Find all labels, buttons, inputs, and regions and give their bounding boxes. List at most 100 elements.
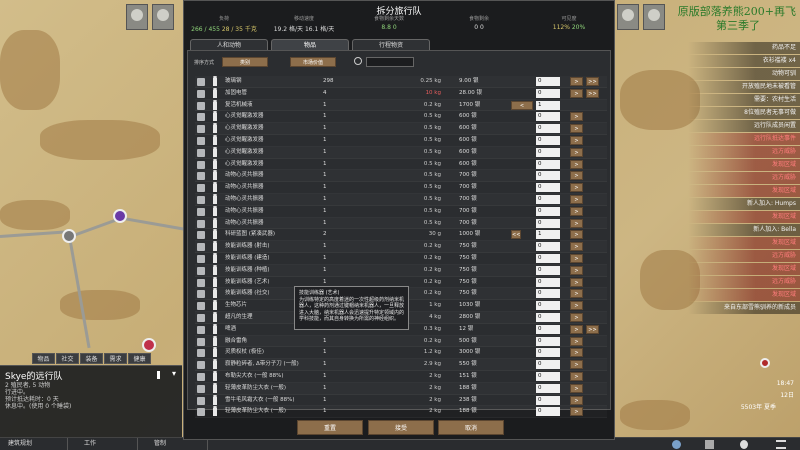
close-icon[interactable]: ▾: [172, 369, 176, 378]
increase-button[interactable]: >: [570, 383, 583, 393]
increase-all-button[interactable]: >>: [586, 77, 599, 86]
info-icon[interactable]: [213, 276, 217, 287]
settlement-marker[interactable]: [62, 229, 76, 243]
decrease-button[interactable]: <: [511, 100, 533, 110]
quantity-input[interactable]: 0: [536, 336, 560, 346]
info-icon[interactable]: [213, 394, 217, 405]
alert-item[interactable]: 8位殖民者无事可做: [688, 107, 800, 119]
world-icon[interactable]: [672, 440, 681, 449]
info-icon[interactable]: [213, 288, 217, 299]
accept-button[interactable]: 接受: [368, 420, 434, 435]
info-icon[interactable]: [213, 382, 217, 393]
info-icon[interactable]: [157, 371, 160, 379]
increase-button[interactable]: >: [570, 324, 583, 334]
alert-item[interactable]: 发现区域: [688, 185, 800, 197]
reset-button[interactable]: 重置: [297, 420, 363, 435]
quantity-input[interactable]: 1: [536, 230, 560, 240]
info-icon[interactable]: [213, 134, 217, 145]
alert-item[interactable]: 衣衫褴褛 x4: [688, 55, 800, 67]
info-icon[interactable]: [213, 193, 217, 204]
quantity-input[interactable]: 0: [536, 112, 560, 122]
increase-button[interactable]: >: [570, 407, 583, 417]
inspect-tab-needs[interactable]: 需求: [104, 353, 127, 364]
increase-button[interactable]: >: [570, 360, 583, 370]
alert-item[interactable]: 远方威胁: [688, 146, 800, 158]
quantity-input[interactable]: 0: [536, 289, 560, 299]
quantity-input[interactable]: 0: [536, 312, 560, 322]
increase-button[interactable]: >: [570, 230, 583, 240]
pawn-portrait[interactable]: [617, 4, 639, 30]
pawn-portrait[interactable]: [152, 4, 174, 30]
quantity-input[interactable]: 0: [536, 124, 560, 134]
hostile-marker[interactable]: [142, 338, 156, 352]
info-icon[interactable]: [213, 252, 217, 263]
quantity-input[interactable]: 0: [536, 194, 560, 204]
alert-item[interactable]: 发现区域: [688, 159, 800, 171]
alert-item[interactable]: 发现区域: [688, 263, 800, 275]
pawn-portrait[interactable]: [126, 4, 148, 30]
quantity-input[interactable]: 0: [536, 395, 560, 405]
quantity-input[interactable]: 0: [536, 253, 560, 263]
quantity-input[interactable]: 1: [536, 100, 560, 110]
info-icon[interactable]: [213, 217, 217, 228]
alert-item[interactable]: 发现区域: [688, 289, 800, 301]
quantity-input[interactable]: 0: [536, 183, 560, 193]
lightbulb-icon[interactable]: [740, 440, 748, 449]
alert-item[interactable]: 动物可驯: [688, 68, 800, 80]
search-input[interactable]: [366, 57, 414, 67]
quantity-input[interactable]: 0: [536, 265, 560, 275]
increase-button[interactable]: >: [570, 289, 583, 299]
tab-pawns[interactable]: 人和动物: [190, 39, 268, 50]
info-icon[interactable]: [213, 229, 217, 240]
alert-item[interactable]: 药品不足: [688, 42, 800, 54]
alert-item[interactable]: 来自东部雪熊驯养的新成员: [688, 302, 800, 314]
increase-button[interactable]: >: [570, 206, 583, 216]
tab-items[interactable]: 物品: [271, 39, 349, 50]
quantity-input[interactable]: 0: [536, 147, 560, 157]
increase-button[interactable]: >: [570, 265, 583, 275]
info-icon[interactable]: [213, 323, 217, 334]
quantity-input[interactable]: 0: [536, 301, 560, 311]
info-icon[interactable]: [213, 311, 217, 322]
info-icon[interactable]: [213, 76, 217, 86]
quantity-input[interactable]: 0: [536, 383, 560, 393]
quantity-input[interactable]: 0: [536, 324, 560, 334]
info-icon[interactable]: [213, 347, 217, 358]
quantity-input[interactable]: 0: [536, 407, 560, 417]
quantity-input[interactable]: 0: [536, 206, 560, 216]
research-icon[interactable]: [705, 440, 714, 449]
quantity-input[interactable]: 0: [536, 159, 560, 169]
work-tab[interactable]: 工作: [70, 438, 138, 450]
info-icon[interactable]: [213, 205, 217, 216]
alert-item[interactable]: 远方威胁: [688, 172, 800, 184]
increase-button[interactable]: >: [570, 218, 583, 228]
decrease-all-button[interactable]: <<: [511, 230, 521, 240]
inspect-tab-social[interactable]: 社交: [56, 353, 79, 364]
info-icon[interactable]: [213, 406, 217, 417]
quantity-input[interactable]: 0: [536, 171, 560, 181]
increase-button[interactable]: >: [570, 124, 583, 134]
settlement-marker[interactable]: [760, 358, 770, 368]
increase-button[interactable]: >: [570, 242, 583, 252]
info-icon[interactable]: [213, 359, 217, 370]
quantity-input[interactable]: 0: [536, 218, 560, 228]
quantity-input[interactable]: 0: [536, 371, 560, 381]
alert-item[interactable]: 远行队成员闲置: [688, 120, 800, 132]
info-icon[interactable]: [213, 99, 217, 110]
alert-item[interactable]: 新人加入: Humps: [688, 198, 800, 210]
menu-icon[interactable]: [776, 440, 786, 449]
increase-button[interactable]: >: [570, 253, 583, 263]
increase-button[interactable]: >: [570, 183, 583, 193]
increase-button[interactable]: >: [570, 371, 583, 381]
increase-button[interactable]: >: [570, 194, 583, 204]
info-icon[interactable]: [213, 300, 217, 311]
alert-item[interactable]: 远方威胁: [688, 276, 800, 288]
inspect-tab-items[interactable]: 物品: [32, 353, 55, 364]
cancel-button[interactable]: 取消: [438, 420, 504, 435]
increase-button[interactable]: >: [570, 147, 583, 157]
increase-button[interactable]: >: [570, 135, 583, 145]
quantity-input[interactable]: 0: [536, 135, 560, 145]
alert-item[interactable]: 开放殖民地未被看管: [688, 81, 800, 93]
alert-item[interactable]: 需要：农村生活: [688, 94, 800, 106]
increase-all-button[interactable]: >>: [586, 324, 599, 334]
